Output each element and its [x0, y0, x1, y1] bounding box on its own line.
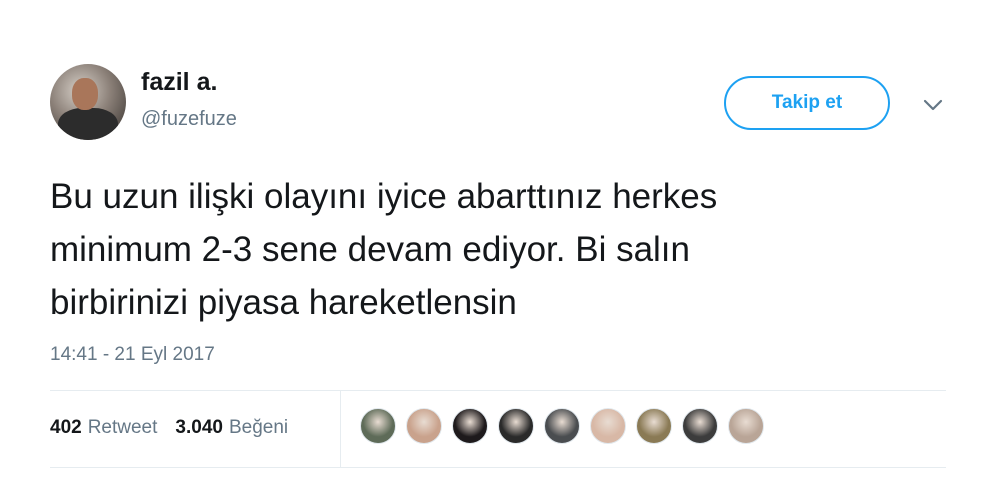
follow-button[interactable]: Takip et: [724, 76, 890, 130]
liker-avatar[interactable]: [636, 408, 672, 444]
tweet-line: minimum 2-3 sene devam ediyor. Bi salın: [50, 230, 690, 269]
liker-avatar[interactable]: [360, 408, 396, 444]
stats-divider: [340, 391, 341, 467]
like-label[interactable]: Beğeni: [229, 417, 288, 439]
liker-avatars: [360, 408, 774, 444]
liker-avatar[interactable]: [728, 408, 764, 444]
chevron-down-icon[interactable]: [922, 94, 944, 116]
tweet-line: Bu uzun ilişki olayını iyice abarttınız …: [50, 177, 718, 216]
liker-avatar[interactable]: [406, 408, 442, 444]
retweet-count[interactable]: 402: [50, 417, 82, 439]
liker-avatar[interactable]: [682, 408, 718, 444]
avatar-body: [58, 108, 118, 140]
liker-avatar[interactable]: [498, 408, 534, 444]
tweet-line: birbirinizi piyasa hareketlensin: [50, 283, 517, 322]
tweet-stats: 402 Retweet 3.040 Beğeni: [50, 417, 300, 439]
divider: [50, 467, 946, 468]
liker-avatar[interactable]: [452, 408, 488, 444]
avatar-face: [72, 78, 98, 110]
retweet-label[interactable]: Retweet: [88, 417, 158, 439]
tweet-text: Bu uzun ilişki olayını iyice abarttınız …: [50, 170, 950, 329]
author-handle[interactable]: @fuzefuze: [141, 108, 237, 131]
liker-avatar[interactable]: [590, 408, 626, 444]
divider: [50, 390, 946, 391]
author-name[interactable]: fazil a.: [141, 68, 217, 97]
like-count[interactable]: 3.040: [175, 417, 223, 439]
author-avatar[interactable]: [50, 64, 126, 140]
liker-avatar[interactable]: [544, 408, 580, 444]
tweet-timestamp[interactable]: 14:41 - 21 Eyl 2017: [50, 344, 215, 366]
